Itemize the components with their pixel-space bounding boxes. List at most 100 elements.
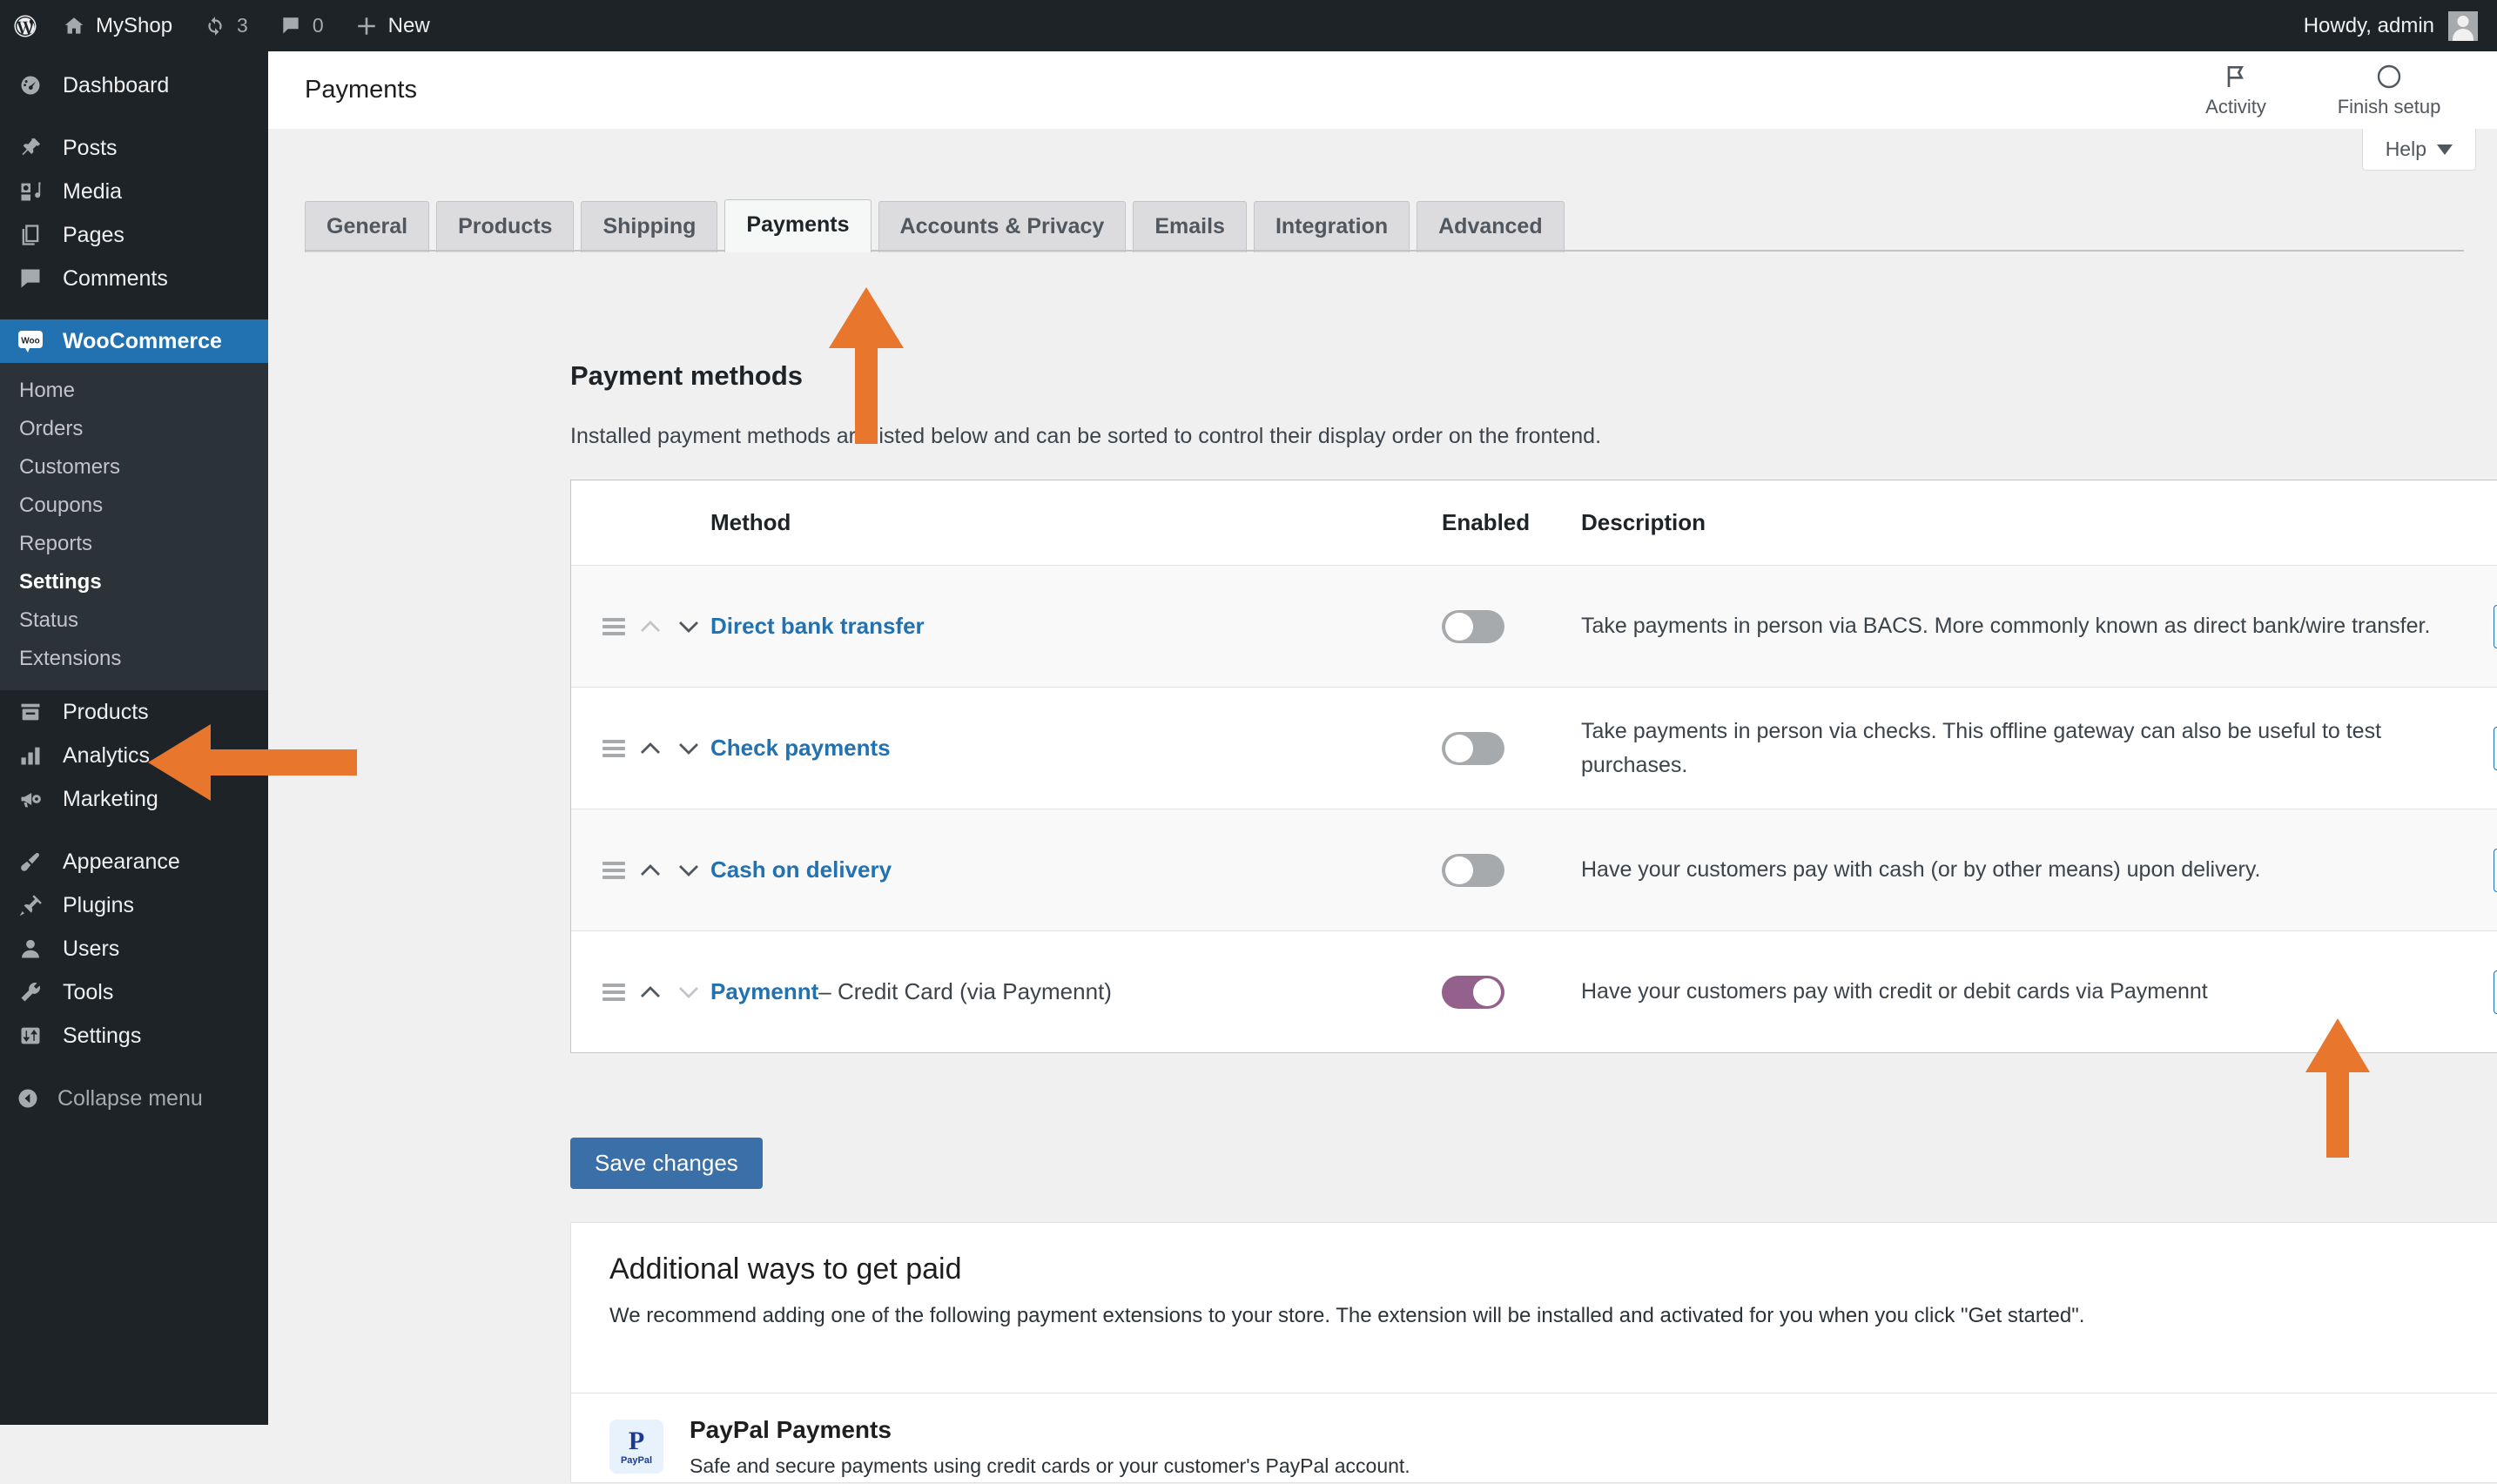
sidebar-item-products[interactable]: Products: [0, 690, 268, 734]
additional-ways-inner: Additional ways to get paid We recommend…: [571, 1223, 2497, 1332]
drag-handle-icon[interactable]: [602, 983, 625, 1001]
analytics-icon: [16, 743, 45, 768]
sidebar-item-appearance[interactable]: Appearance: [0, 840, 268, 883]
action-column-header: [2494, 480, 2497, 565]
method-link[interactable]: Check payments: [710, 735, 891, 762]
activity-button[interactable]: Activity: [2159, 63, 2312, 118]
sidebar-item-posts[interactable]: Posts: [0, 126, 268, 170]
sidebar-item-users[interactable]: Users: [0, 927, 268, 970]
tab-integration[interactable]: Integration: [1253, 201, 1410, 252]
sidebar-item-dashboard[interactable]: Dashboard: [0, 64, 268, 107]
tab-shipping[interactable]: Shipping: [581, 201, 718, 252]
method-description: Take payments in person via checks. This…: [1581, 718, 2382, 777]
sidebar-top-spacer: [0, 51, 268, 64]
enable-toggle[interactable]: [1442, 609, 1504, 643]
sidebar-subitem-customers[interactable]: Customers: [0, 448, 268, 487]
tab-payments[interactable]: Payments: [724, 199, 872, 252]
sidebar-item-media[interactable]: Media: [0, 170, 268, 213]
move-up-icon[interactable]: [637, 614, 663, 640]
action-cell: Set up: [2494, 809, 2497, 930]
tab-advanced[interactable]: Advanced: [1417, 201, 1565, 252]
extension-name: PayPal Payments: [690, 1416, 892, 1443]
pages-icon: [16, 223, 45, 247]
move-up-icon[interactable]: [637, 735, 663, 762]
updates-button[interactable]: 3: [188, 0, 264, 51]
tab-products[interactable]: Products: [436, 201, 575, 252]
page-title: Payments: [305, 75, 417, 104]
wrench-icon: [16, 980, 45, 1004]
sidebar-item-analytics[interactable]: Analytics: [0, 734, 268, 777]
enable-toggle[interactable]: [1442, 975, 1504, 1009]
method-link[interactable]: Cash on delivery: [710, 856, 892, 883]
setup-button[interactable]: Set up: [2494, 604, 2497, 648]
sidebar-item-woocommerce[interactable]: Woo WooCommerce: [0, 319, 282, 363]
tab-general[interactable]: General: [305, 201, 430, 252]
sidebar-subitem-orders[interactable]: Orders: [0, 410, 268, 448]
move-down-icon[interactable]: [676, 857, 702, 883]
save-changes-button[interactable]: Save changes: [570, 1138, 763, 1189]
setup-button[interactable]: Set up: [2494, 848, 2497, 892]
method-name[interactable]: Check payments: [710, 688, 1442, 809]
sort-controls: [571, 809, 710, 930]
sidebar-subitem-settings[interactable]: Settings: [0, 563, 268, 601]
enable-toggle[interactable]: [1442, 731, 1504, 765]
wc-page-header: Payments Activity Finish setup: [268, 51, 2497, 129]
media-icon: [16, 179, 45, 204]
new-content-button[interactable]: New: [340, 0, 446, 51]
tab-emails[interactable]: Emails: [1133, 201, 1247, 252]
sidebar-subitem-status[interactable]: Status: [0, 601, 268, 640]
additional-ways-heading: Additional ways to get paid: [609, 1252, 962, 1286]
main-content: Payments Activity Finish setup Help Gene…: [268, 51, 2497, 1483]
sidebar-item-marketing[interactable]: Marketing: [0, 777, 268, 821]
move-up-icon[interactable]: [637, 979, 663, 1005]
sort-controls: [571, 566, 710, 687]
method-name[interactable]: Direct bank transfer: [710, 566, 1442, 687]
drag-handle-icon[interactable]: [602, 617, 625, 635]
avatar: [2448, 10, 2478, 41]
sidebar-item-label: Posts: [63, 135, 118, 160]
enabled-cell: [1442, 809, 1581, 930]
finish-setup-button[interactable]: Finish setup: [2312, 63, 2466, 118]
move-down-icon[interactable]: [676, 735, 702, 762]
admin-sidebar: Dashboard Posts Media Pages Comments Woo…: [0, 51, 282, 1425]
sidebar-item-comments[interactable]: Comments: [0, 257, 268, 300]
sidebar-subitem-label: Home: [19, 379, 76, 402]
updates-count: 3: [237, 14, 248, 37]
wordpress-logo-button[interactable]: [0, 0, 47, 51]
help-label: Help: [2385, 138, 2426, 160]
sidebar-item-settings[interactable]: Settings: [0, 1014, 268, 1058]
wordpress-logo-icon: [12, 13, 38, 39]
drag-handle-icon[interactable]: [602, 739, 625, 757]
comments-button[interactable]: 0: [264, 0, 340, 51]
site-name-button[interactable]: MyShop: [47, 0, 188, 51]
setup-button[interactable]: Set up: [2494, 726, 2497, 770]
sidebar-subitem-reports[interactable]: Reports: [0, 525, 268, 563]
action-cell: Manage: [2494, 931, 2497, 1052]
method-link[interactable]: Paymennt: [710, 978, 818, 1005]
manage-button[interactable]: Manage: [2494, 970, 2497, 1014]
sidebar-subitem-extensions[interactable]: Extensions: [0, 640, 268, 678]
admin-bar: MyShop 3 0 New Howdy, admin: [0, 0, 2497, 51]
home-icon: [63, 15, 85, 37]
sidebar-item-pages[interactable]: Pages: [0, 213, 268, 257]
collapse-menu-button[interactable]: Collapse menu: [0, 1077, 268, 1120]
move-up-icon[interactable]: [637, 857, 663, 883]
enable-toggle[interactable]: [1442, 853, 1504, 887]
tab-accounts-privacy[interactable]: Accounts & Privacy: [878, 201, 1127, 252]
method-name[interactable]: Cash on delivery: [710, 809, 1442, 930]
move-down-icon[interactable]: [676, 614, 702, 640]
sidebar-subitem-home[interactable]: Home: [0, 372, 268, 410]
help-dropdown-button[interactable]: Help: [2361, 129, 2476, 171]
sidebar-subitem-coupons[interactable]: Coupons: [0, 487, 268, 525]
drag-handle-icon[interactable]: [602, 861, 625, 879]
move-down-icon[interactable]: [676, 979, 702, 1005]
sidebar-item-plugins[interactable]: Plugins: [0, 883, 268, 927]
method-link[interactable]: Direct bank transfer: [710, 613, 925, 640]
method-name[interactable]: Paymennt – Credit Card (via Paymennt): [710, 931, 1442, 1052]
action-cell: Set up: [2494, 566, 2497, 687]
account-menu[interactable]: Howdy, admin: [2304, 10, 2497, 41]
sidebar-item-tools[interactable]: Tools: [0, 970, 268, 1014]
